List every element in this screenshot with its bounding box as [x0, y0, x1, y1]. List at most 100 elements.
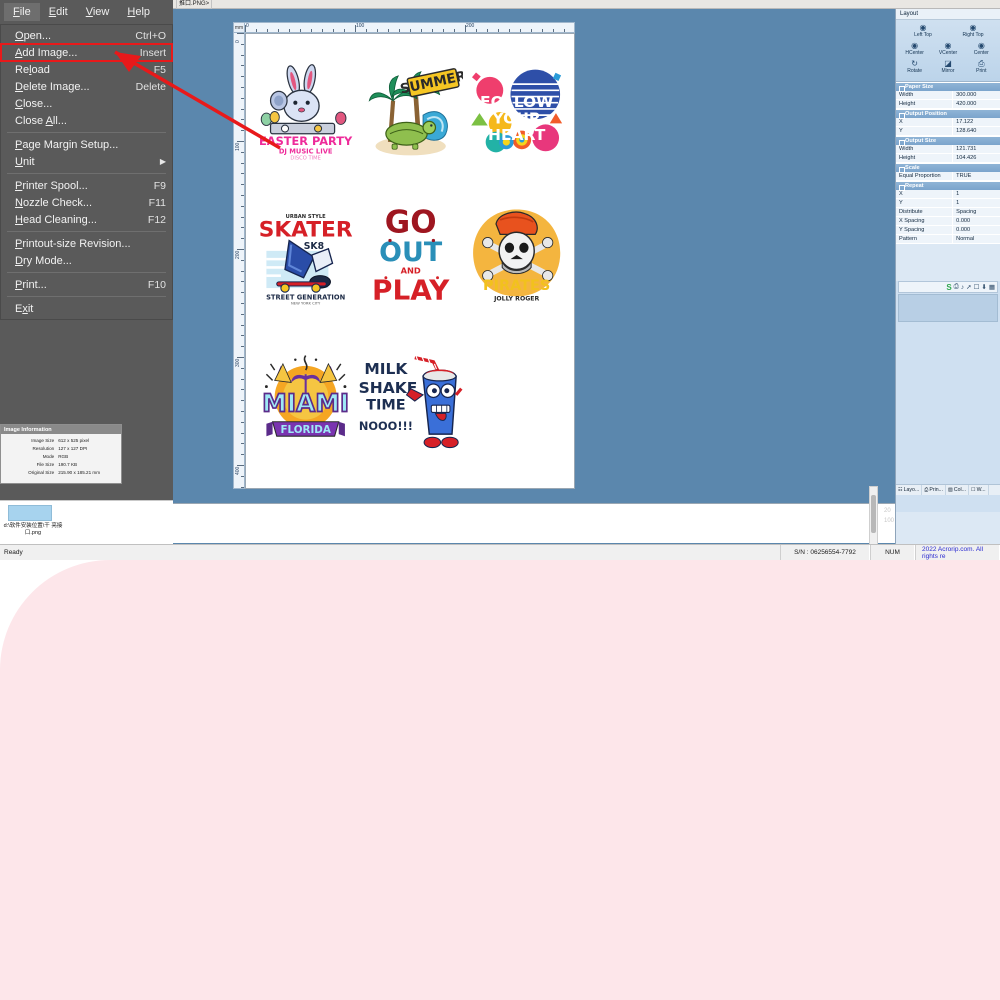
design-skater[interactable]: URBAN STYLE SKATER SK8 STREET GENERATION… [254, 184, 357, 326]
menu-item-page-margin-setup[interactable]: Page Margin Setup... [1, 136, 172, 153]
menu-item-close[interactable]: Close... [1, 95, 172, 112]
property-row[interactable]: Pattern Normal [896, 235, 1000, 244]
property-row[interactable]: X 1 [896, 190, 1000, 199]
property-value[interactable]: TRUE [952, 172, 1000, 180]
download-icon[interactable]: ⬇ [981, 283, 986, 291]
tool-vcenter[interactable]: ◉ VCenter [932, 41, 964, 56]
info-row: Original Size 215.90 x 185.21 mm [1, 469, 121, 477]
canvas-vertical-scrollbar[interactable] [869, 486, 878, 546]
svg-text:YOUR: YOUR [491, 109, 540, 127]
property-value[interactable]: 0.000 [952, 217, 1000, 225]
horizontal-ruler[interactable]: 0100200300 [245, 22, 575, 33]
menu-item-nozzle-check[interactable]: Nozzle Check... F11 [1, 194, 172, 211]
menu-item-printer-spool[interactable]: Printer Spool... F9 [1, 177, 172, 194]
property-value[interactable]: 1 [952, 190, 1000, 198]
property-value[interactable]: 420.000 [952, 100, 1000, 108]
property-key: X [899, 119, 903, 125]
property-value[interactable]: 0.000 [952, 226, 1000, 234]
property-row[interactable]: Y Spacing 0.000 [896, 226, 1000, 235]
image-thumbnail[interactable] [8, 505, 52, 521]
ghost-number-top: 20 [884, 508, 891, 514]
property-row[interactable]: Distribute Spacing [896, 208, 1000, 217]
ruler-label: 400 [235, 466, 241, 475]
tool-label: VCenter [938, 50, 958, 56]
property-value[interactable]: 300.000 [952, 91, 1000, 99]
property-row[interactable]: Y 1 [896, 199, 1000, 208]
menu-edit[interactable]: Edit [40, 3, 77, 21]
tool-left-top[interactable]: ◉ Left Top [907, 23, 939, 38]
design-easter-party[interactable]: EASTER PARTY DJ MUSIC LIVE DISCO TIME [254, 40, 357, 182]
monitor-icon[interactable]: ☐ [974, 283, 980, 291]
menu-item-close-all[interactable]: Close All... [1, 112, 172, 129]
group-output-size[interactable]: Output Size [896, 136, 1000, 146]
menu-item-accelerator: Delete [135, 80, 166, 93]
property-value[interactable]: Spacing [952, 208, 1000, 216]
tab-color[interactable]: ▧ Col... [946, 485, 969, 495]
group-paper-size[interactable]: Paper Size [896, 82, 1000, 92]
menu-item-open[interactable]: Open... Ctrl+O [1, 27, 172, 44]
property-row[interactable]: Height 104.426 [896, 154, 1000, 163]
menu-item-add-image[interactable]: Add Image... Insert [0, 43, 173, 62]
tool-right-top[interactable]: ◉ Right Top [957, 23, 989, 38]
design-miami-florida[interactable]: MIAMI FLORIDA [254, 328, 357, 470]
menu-item-delete-image[interactable]: Delete Image... Delete [1, 78, 172, 95]
property-value[interactable]: 104.426 [952, 154, 1000, 162]
tool-center[interactable]: ◉ Center [965, 41, 997, 56]
mini-toolbar[interactable]: S ⎙ ♪ ➚ ☐ ⬇ ▦ [898, 281, 998, 293]
file-dropdown-menu[interactable]: Open... Ctrl+O Add Image... Insert Reloa… [0, 24, 173, 320]
property-row[interactable]: Equal Proportion TRUE [896, 172, 1000, 181]
music-note-icon[interactable]: ♪ [961, 284, 964, 291]
design-follow-your-heart[interactable]: FOLLOW YOUR HEART [465, 40, 568, 182]
tab-window[interactable]: ☐ W... [969, 485, 989, 495]
tool-hcenter[interactable]: ◉ HCenter [899, 41, 931, 56]
pointer-icon[interactable]: ➚ [966, 283, 971, 291]
tool-rotate[interactable]: ↻ Rotate [899, 59, 931, 74]
property-row[interactable]: Height 420.000 [896, 100, 1000, 109]
scrollbar-thumb[interactable] [871, 495, 876, 533]
image-list-panel[interactable]: d:\软件安装位置\干 亮接口.png [0, 500, 173, 544]
property-row[interactable]: X Spacing 0.000 [896, 217, 1000, 226]
group-repeat[interactable]: Repeat [896, 181, 1000, 191]
menu-view[interactable]: View [77, 3, 119, 21]
property-value[interactable]: 1 [952, 199, 1000, 207]
group-scale[interactable]: Scale [896, 163, 1000, 173]
property-row[interactable]: Width 300.000 [896, 91, 1000, 100]
layout-properties-panel[interactable]: Layout ◉ Left Top ◉ Right Top ◉ HCenter [895, 9, 1000, 544]
menu-item-printout-size-revision[interactable]: Printout-size Revision... [1, 235, 172, 252]
property-value[interactable]: 17.122 [952, 118, 1000, 126]
design-summer[interactable]: SUMMER [359, 40, 463, 182]
tab-printer[interactable]: ⎙ Prin... [922, 485, 946, 495]
menu-item-reload[interactable]: Reload F5 [1, 61, 172, 78]
svg-text:TIME: TIME [366, 397, 406, 413]
property-row[interactable]: Width 121.731 [896, 145, 1000, 154]
menu-item-head-cleaning[interactable]: Head Cleaning... F12 [1, 211, 172, 228]
property-row[interactable]: X 17.122 [896, 118, 1000, 127]
panel-tab-bar[interactable]: ☷ Layo... ⎙ Prin... ▧ Col... ☐ W... [896, 484, 1000, 495]
alignment-toolbar[interactable]: ◉ Left Top ◉ Right Top ◉ HCenter ◉ VCent… [896, 20, 1000, 82]
property-value[interactable]: Normal [952, 235, 1000, 243]
design-go-out-and-play[interactable]: GO OUT AND PLAY [359, 184, 462, 326]
page-sheet[interactable]: EASTER PARTY DJ MUSIC LIVE DISCO TIME SU… [245, 33, 575, 489]
tab-layout[interactable]: ☷ Layo... [896, 485, 923, 495]
menu-bar[interactable]: File Edit View Help [0, 0, 173, 24]
menu-file[interactable]: File [4, 3, 40, 21]
tool-label: Left Top [914, 32, 932, 38]
grid-icon[interactable]: ▦ [989, 283, 995, 291]
menu-item-print[interactable]: Print... F10 [1, 276, 172, 293]
property-value[interactable]: 121.731 [952, 145, 1000, 153]
menu-item-unit[interactable]: Unit ▶ [1, 153, 172, 170]
tool-mirror[interactable]: ◪ Mirror [932, 59, 964, 74]
ruler-tick [241, 195, 244, 196]
group-output-position[interactable]: Output Position [896, 109, 1000, 119]
property-row[interactable]: Y 128.640 [896, 127, 1000, 136]
menu-item-exit[interactable]: Exit [1, 300, 172, 317]
vertical-ruler[interactable]: 0 100 200 300 400 [233, 33, 245, 489]
property-value[interactable]: 128.640 [952, 127, 1000, 135]
design-pirates[interactable]: PIRATES JOLLY ROGER [465, 184, 568, 326]
canvas-area[interactable]: mm 0 100 200 300 0 100 200 300 400 [173, 9, 895, 503]
printer-status-icon[interactable]: ⎙ [954, 283, 959, 291]
menu-item-dry-mode[interactable]: Dry Mode... [1, 252, 172, 269]
menu-help[interactable]: Help [118, 3, 159, 21]
design-milk-shake-time[interactable]: MILK SHAKE TIME NOOO!!! [359, 328, 463, 470]
tool-print[interactable]: ⎙ Print [965, 59, 997, 74]
